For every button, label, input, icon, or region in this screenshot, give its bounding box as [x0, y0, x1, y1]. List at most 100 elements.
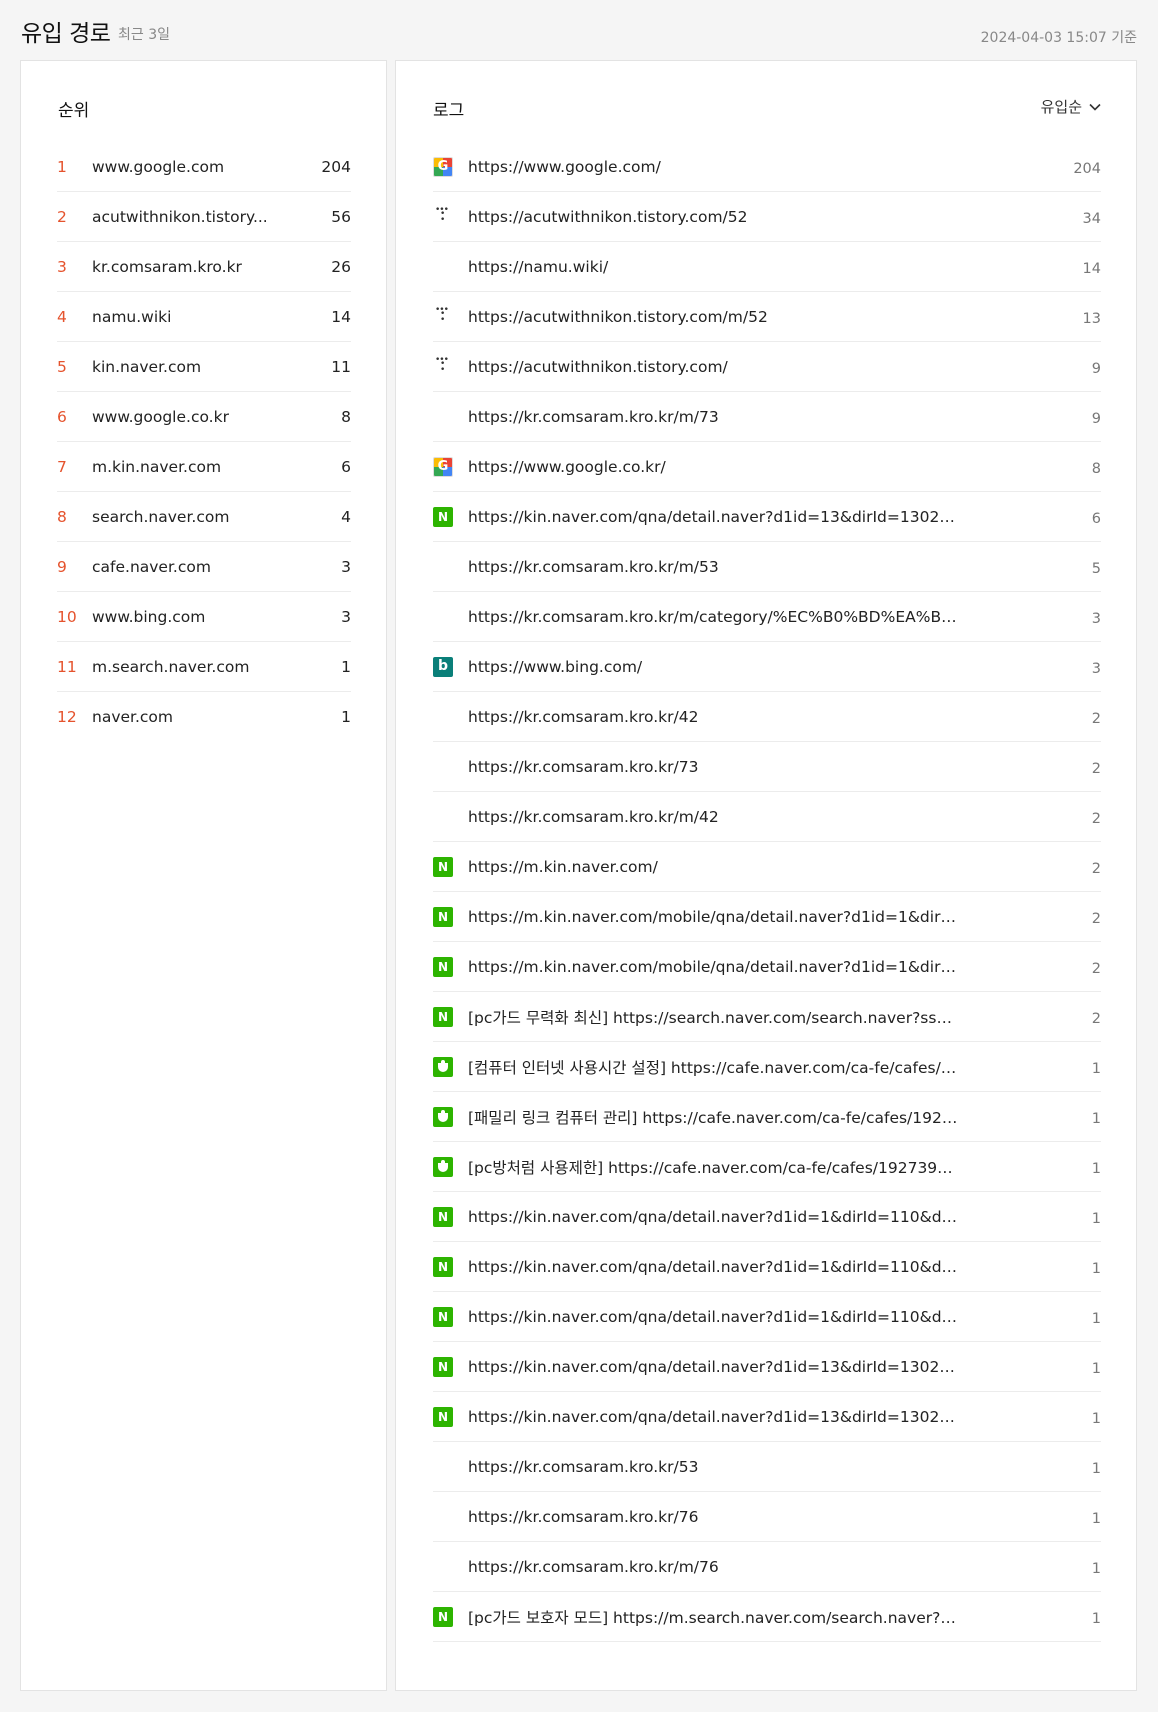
period-label: 최근 3일	[118, 27, 170, 43]
rank-domain: www.google.co.kr	[92, 407, 229, 426]
rank-row: 9 cafe.naver.com 3	[57, 542, 351, 592]
rank-count: 1	[341, 708, 351, 726]
log-count: 2	[1091, 710, 1101, 727]
page-header: 유입 경로 최근 3일 2024-04-03 15:07 기준	[21, 10, 1137, 50]
cafe-icon	[433, 1056, 453, 1077]
log-row: https://m.kin.naver.com/mobile/qna/detai…	[433, 892, 1101, 942]
rank-count: 11	[331, 357, 351, 376]
log-count: 2	[1091, 760, 1101, 777]
log-url[interactable]: https://kin.naver.com/qna/detail.naver?d…	[468, 1258, 958, 1276]
blank-icon	[433, 557, 453, 577]
log-url[interactable]: https://www.google.com/	[468, 158, 958, 176]
log-row: https://kr.comsaram.kro.kr/73 2	[433, 742, 1101, 792]
rank-row: 6 www.google.co.kr 8	[57, 392, 351, 442]
rank-row: 1 www.google.com 204	[57, 142, 351, 192]
rank-count: 56	[331, 207, 351, 226]
log-url[interactable]: [pc가드 보호자 모드] https://m.search.naver.com…	[468, 1606, 958, 1628]
log-url[interactable]: https://m.kin.naver.com/mobile/qna/detai…	[468, 908, 958, 926]
log-row: https://acutwithnikon.tistory.com/9	[433, 342, 1101, 392]
rank-row: 2 acutwithnikon.tistory... 56	[57, 192, 351, 242]
log-row: https://kr.comsaram.kro.kr/m/53 5	[433, 542, 1101, 592]
log-url[interactable]: [컴퓨터 인터넷 사용시간 설정] https://cafe.naver.com…	[468, 1056, 958, 1078]
log-url[interactable]: https://kin.naver.com/qna/detail.naver?d…	[468, 1358, 958, 1376]
log-count: 2	[1091, 810, 1101, 827]
log-count: 9	[1091, 360, 1101, 377]
log-url[interactable]: https://kr.comsaram.kro.kr/m/76	[468, 1558, 958, 1576]
log-url[interactable]: https://kin.naver.com/qna/detail.naver?d…	[468, 1408, 958, 1426]
naver-icon	[433, 856, 453, 877]
log-url[interactable]: https://kr.comsaram.kro.kr/m/category/%E…	[468, 608, 958, 626]
blank-icon	[433, 257, 453, 277]
log-row: https://kin.naver.com/qna/detail.naver?d…	[433, 1292, 1101, 1342]
rank-number: 12	[57, 708, 77, 726]
log-url[interactable]: https://m.kin.naver.com/	[468, 858, 958, 876]
log-row: https://www.bing.com/3	[433, 642, 1101, 692]
log-count: 5	[1091, 560, 1101, 577]
log-url[interactable]: https://kr.comsaram.kro.kr/m/53	[468, 558, 958, 576]
rank-count: 8	[341, 407, 351, 426]
naver-icon	[433, 1306, 453, 1327]
log-url[interactable]: https://kr.comsaram.kro.kr/m/42	[468, 808, 958, 826]
log-row: [pc가드 무력화 최신] https://search.naver.com/s…	[433, 992, 1101, 1042]
log-url[interactable]: [pc가드 무력화 최신] https://search.naver.com/s…	[468, 1006, 958, 1028]
log-count: 1	[1091, 1060, 1101, 1077]
log-count: 1	[1091, 1610, 1101, 1627]
rank-domain: search.naver.com	[92, 507, 230, 526]
log-url[interactable]: [pc방처럼 사용제한] https://cafe.naver.com/ca-f…	[468, 1156, 958, 1178]
log-url[interactable]: https://kin.naver.com/qna/detail.naver?d…	[468, 1208, 958, 1226]
log-url[interactable]: https://kr.comsaram.kro.kr/53	[468, 1458, 958, 1476]
log-row: https://kin.naver.com/qna/detail.naver?d…	[433, 492, 1101, 542]
rank-row: 8 search.naver.com 4	[57, 492, 351, 542]
rank-list: 1 www.google.com 204 2 acutwithnikon.tistory…	[57, 142, 351, 742]
log-url[interactable]: https://acutwithnikon.tistory.com/m/52	[468, 308, 958, 326]
bing-icon	[433, 656, 453, 677]
log-count: 13	[1082, 310, 1101, 327]
rank-count: 4	[341, 507, 351, 526]
log-row: [패밀리 링크 컴퓨터 관리] https://cafe.naver.com/c…	[433, 1092, 1101, 1142]
log-url[interactable]: https://kr.comsaram.kro.kr/42	[468, 708, 958, 726]
log-url[interactable]: https://kr.comsaram.kro.kr/73	[468, 758, 958, 776]
log-url[interactable]: https://acutwithnikon.tistory.com/	[468, 358, 958, 376]
chevron-down-icon	[1089, 103, 1101, 111]
sort-label: 유입순	[1040, 98, 1082, 116]
log-row: https://www.google.co.kr/8	[433, 442, 1101, 492]
rank-domain: kr.comsaram.kro.kr	[92, 257, 242, 276]
log-url[interactable]: https://namu.wiki/	[468, 258, 958, 276]
log-panel: 로그 유입순 https://www.google.com/204https:/…	[395, 60, 1137, 1691]
log-count: 1	[1091, 1560, 1101, 1577]
log-count: 2	[1091, 1010, 1101, 1027]
log-url[interactable]: https://www.google.co.kr/	[468, 458, 958, 476]
blank-icon	[433, 757, 453, 777]
cafe-icon	[433, 1106, 453, 1127]
log-count: 9	[1091, 410, 1101, 427]
log-url[interactable]: https://m.kin.naver.com/mobile/qna/detai…	[468, 958, 958, 976]
log-count: 1	[1091, 1260, 1101, 1277]
log-url[interactable]: https://kr.comsaram.kro.kr/76	[468, 1508, 958, 1526]
log-count: 34	[1082, 210, 1101, 227]
cafe-icon	[433, 1156, 453, 1177]
log-url[interactable]: [패밀리 링크 컴퓨터 관리] https://cafe.naver.com/c…	[468, 1106, 958, 1128]
naver-icon	[433, 906, 453, 927]
rank-domain: kin.naver.com	[92, 357, 202, 376]
rank-domain: www.google.com	[92, 157, 225, 176]
log-url[interactable]: https://kin.naver.com/qna/detail.naver?d…	[468, 508, 958, 526]
log-url[interactable]: https://www.bing.com/	[468, 658, 958, 676]
log-url[interactable]: https://kr.comsaram.kro.kr/m/73	[468, 408, 958, 426]
rank-domain: m.kin.naver.com	[92, 457, 222, 476]
blank-icon	[433, 407, 453, 427]
log-count: 2	[1091, 860, 1101, 877]
log-row: https://kr.comsaram.kro.kr/m/76 1	[433, 1542, 1101, 1592]
rank-number: 10	[57, 607, 77, 626]
blank-icon	[433, 707, 453, 727]
log-row: [pc가드 보호자 모드] https://m.search.naver.com…	[433, 1592, 1101, 1642]
log-row: https://kin.naver.com/qna/detail.naver?d…	[433, 1392, 1101, 1442]
tistory-icon	[433, 305, 453, 327]
rank-domain: m.search.naver.com	[92, 657, 250, 676]
log-row: https://kr.comsaram.kro.kr/53 1	[433, 1442, 1101, 1492]
sort-dropdown[interactable]: 유입순	[1041, 96, 1102, 117]
log-url[interactable]: https://kin.naver.com/qna/detail.naver?d…	[468, 1308, 958, 1326]
rank-number: 2	[57, 207, 67, 226]
log-url[interactable]: https://acutwithnikon.tistory.com/52	[468, 208, 958, 226]
rank-count: 1	[341, 657, 351, 676]
log-count: 1	[1091, 1310, 1101, 1327]
